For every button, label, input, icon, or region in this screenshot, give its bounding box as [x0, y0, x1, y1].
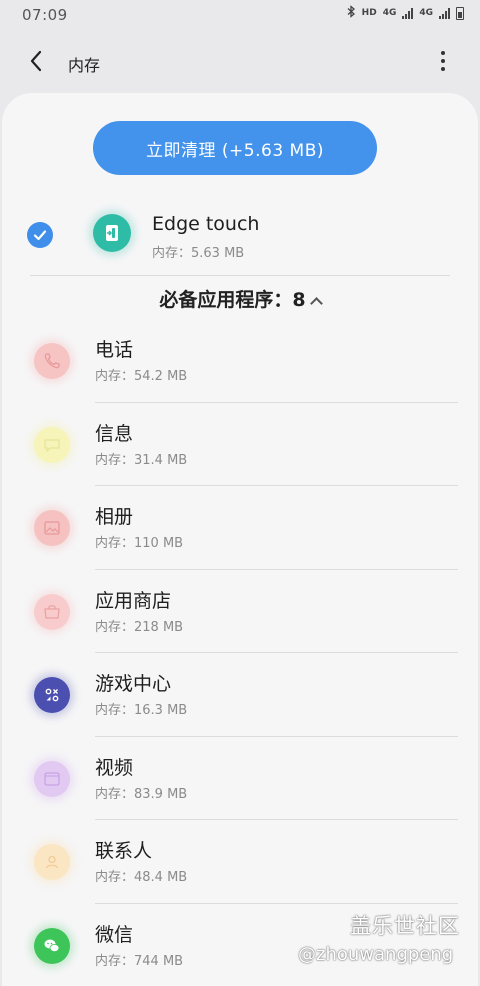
gallery-icon	[34, 510, 70, 546]
clean-now-button[interactable]: 立即清理 (+5.63 MB)	[93, 121, 377, 175]
app-name: 微信	[95, 923, 134, 946]
hd-indicator: HD	[361, 8, 377, 18]
phone-icon	[34, 343, 70, 379]
watermark-logo: 盖乐世社区	[350, 914, 460, 938]
chevron-up-icon	[309, 297, 323, 310]
list-item[interactable]: 游戏中心 内存：16.3 MB	[2, 653, 478, 737]
content-card: 立即清理 (+5.63 MB) Edge touch 内存：5.63 MB 必备…	[2, 93, 478, 986]
battery-icon	[456, 6, 464, 20]
app-name: 相册	[95, 506, 134, 528]
video-icon	[34, 760, 70, 797]
app-name: 视频	[95, 756, 134, 779]
network-4g-indicator: 4G	[382, 8, 397, 18]
app-memory: 内存：5.63 MB	[152, 246, 245, 261]
list-item[interactable]: 相册 内存：110 MB	[2, 486, 478, 570]
list-item[interactable]: 联系人 内存：48.4 MB	[2, 820, 478, 904]
signal-icon	[402, 7, 414, 19]
chevron-left-icon	[30, 50, 42, 72]
app-name: 游戏中心	[95, 673, 172, 695]
divider	[30, 275, 450, 276]
app-memory: 内存：110 MB	[95, 536, 184, 551]
store-icon	[34, 593, 70, 630]
app-checkbox[interactable]	[27, 222, 53, 248]
selected-app-row[interactable]: Edge touch 内存：5.63 MB	[2, 205, 478, 277]
list-item[interactable]: 应用商店 内存：218 MB	[2, 570, 478, 653]
message-icon	[34, 426, 70, 463]
more-vertical-icon	[441, 51, 445, 55]
game-center-icon	[34, 677, 70, 713]
app-memory: 内存：83.9 MB	[95, 786, 188, 802]
app-memory: 内存：16.3 MB	[95, 703, 188, 718]
app-memory: 内存：31.4 MB	[95, 452, 188, 468]
status-bar: 07:09 HD 4G 4G	[0, 0, 480, 30]
app-memory: 内存：744 MB	[95, 953, 184, 969]
status-icons: HD 4G 4G	[347, 5, 464, 21]
status-time: 07:09	[22, 6, 68, 24]
app-name: 联系人	[95, 840, 153, 862]
contacts-icon	[34, 844, 70, 880]
more-options-button[interactable]	[428, 46, 458, 76]
essential-apps-label: 必备应用程序：8	[159, 289, 306, 311]
wechat-icon	[34, 927, 70, 964]
app-memory: 内存：48.4 MB	[95, 870, 188, 885]
page-title: 内存	[68, 56, 101, 75]
back-button[interactable]	[22, 46, 52, 76]
essential-app-list: 电话 内存：54.2 MB 信息 内存：31.4 MB 相册 内存：110 MB	[2, 319, 478, 986]
app-name: 应用商店	[95, 589, 172, 612]
list-item[interactable]: 电话 内存：54.2 MB	[2, 319, 478, 403]
network-4g-indicator-2: 4G	[419, 8, 433, 18]
list-item[interactable]: 信息 内存：31.4 MB	[2, 403, 478, 486]
app-name: Edge touch	[152, 213, 260, 235]
bluetooth-icon	[347, 5, 356, 21]
app-bar: 内存	[0, 30, 480, 92]
check-icon	[33, 230, 47, 241]
signal-icon-2	[439, 7, 450, 19]
app-memory: 内存：218 MB	[95, 619, 184, 635]
list-item[interactable]: 视频 内存：83.9 MB	[2, 737, 478, 820]
app-name: 电话	[95, 339, 134, 361]
essential-apps-header[interactable]: 必备应用程序：8	[2, 285, 478, 312]
app-memory: 内存：54.2 MB	[95, 369, 188, 384]
app-name: 信息	[95, 422, 134, 445]
edge-touch-icon	[93, 214, 131, 252]
watermark-user: @zhouwangpeng	[298, 944, 454, 965]
